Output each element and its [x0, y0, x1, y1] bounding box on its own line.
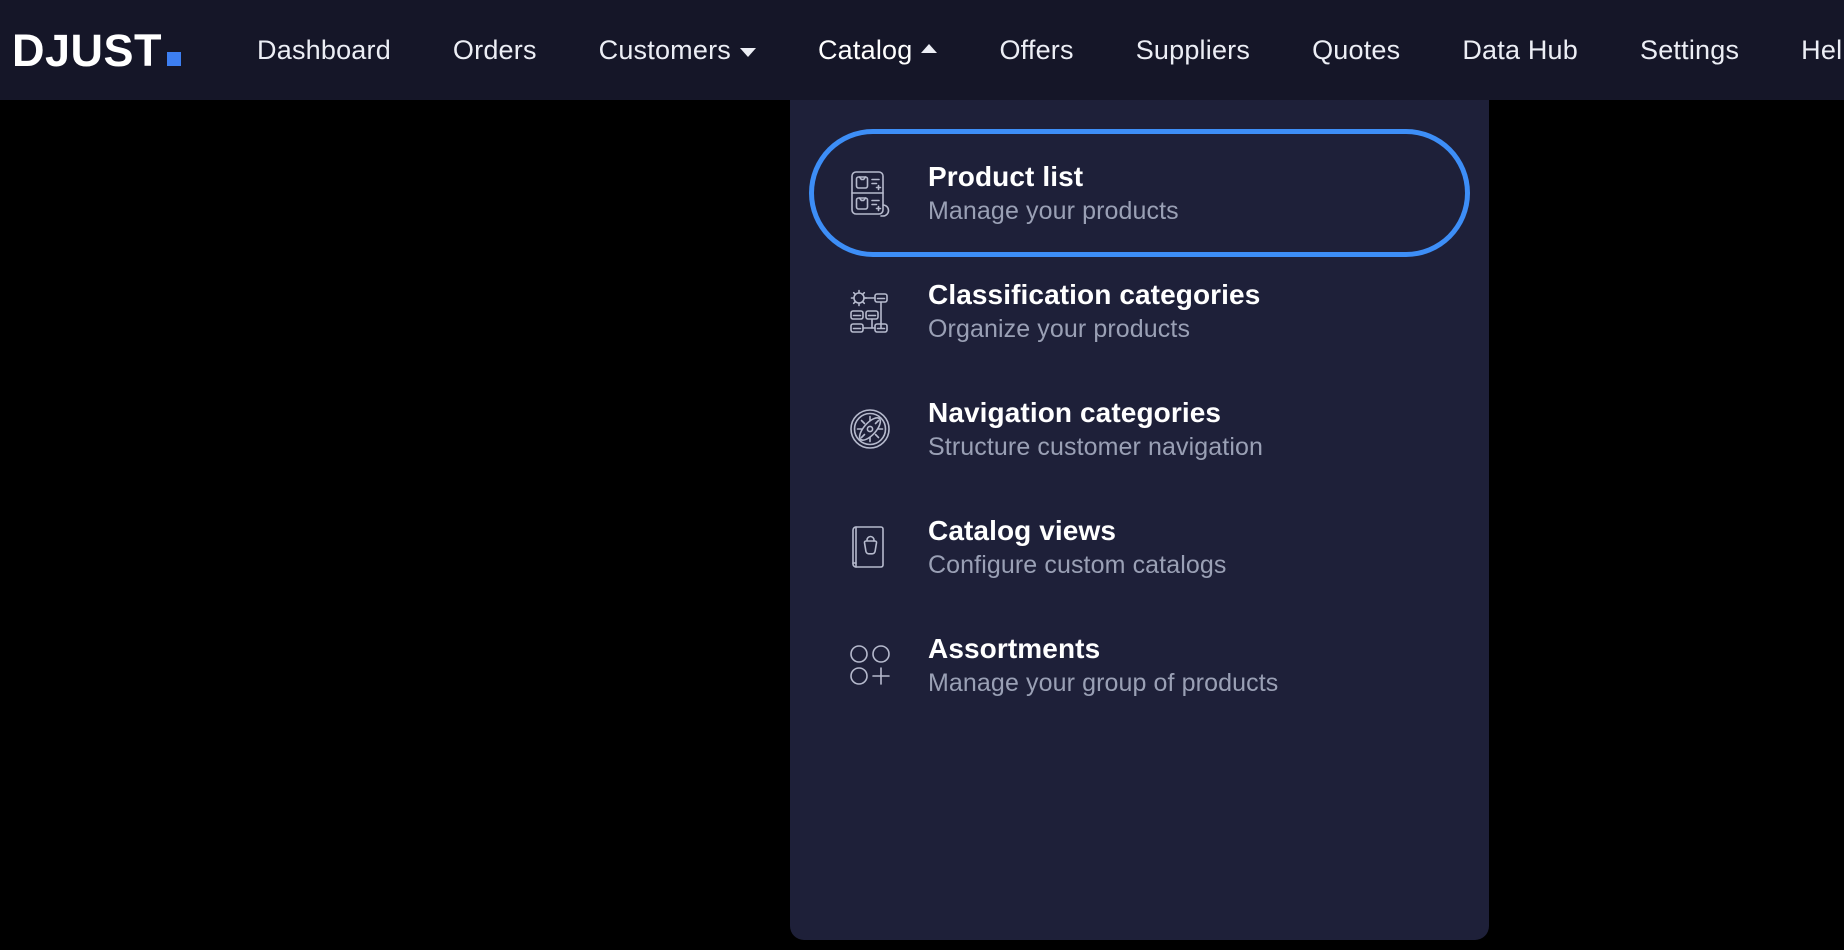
menu-item-title: Navigation categories	[928, 398, 1263, 427]
nav-item-customers[interactable]: Customers	[599, 25, 756, 76]
menu-item-assortments[interactable]: Assortments Manage your group of product…	[814, 606, 1465, 724]
nav-item-label: Settings	[1640, 35, 1739, 66]
menu-item-subtitle: Structure customer navigation	[928, 434, 1263, 460]
menu-item-text: Catalog views Configure custom catalogs	[928, 516, 1226, 579]
menu-item-subtitle: Configure custom catalogs	[928, 552, 1226, 578]
nav-item-offers[interactable]: Offers	[999, 25, 1073, 76]
nav-item-settings[interactable]: Settings	[1640, 25, 1739, 76]
classification-categories-icon	[842, 283, 898, 339]
menu-item-product-list[interactable]: Product list Manage your products	[814, 134, 1465, 252]
menu-item-text: Navigation categories Structure customer…	[928, 398, 1263, 461]
menu-item-title: Catalog views	[928, 516, 1226, 545]
menu-item-catalog-views[interactable]: Catalog views Configure custom catalogs	[814, 488, 1465, 606]
nav-item-suppliers[interactable]: Suppliers	[1136, 25, 1250, 76]
brand-logo[interactable]: DJUST	[8, 28, 185, 73]
nav-item-label: Orders	[453, 35, 537, 66]
menu-item-subtitle: Organize your products	[928, 316, 1260, 342]
product-list-icon	[842, 165, 898, 221]
menu-item-title: Assortments	[928, 634, 1278, 663]
nav-item-orders[interactable]: Orders	[453, 25, 537, 76]
menu-item-subtitle: Manage your group of products	[928, 670, 1278, 696]
nav-item-label: Data Hub	[1462, 35, 1578, 66]
top-navigation-bar: DJUST Dashboard Orders Customers Catalog…	[0, 0, 1844, 100]
nav-item-label: Dashboard	[257, 35, 391, 66]
nav-item-label: Help	[1801, 35, 1844, 66]
app-root: DJUST Dashboard Orders Customers Catalog…	[0, 0, 1844, 950]
navigation-compass-icon	[842, 401, 898, 457]
nav-item-help[interactable]: Help	[1801, 25, 1844, 76]
menu-item-text: Product list Manage your products	[928, 162, 1179, 225]
menu-item-text: Assortments Manage your group of product…	[928, 634, 1278, 697]
chevron-down-icon	[740, 48, 756, 57]
menu-item-classification-categories[interactable]: Classification categories Organize your …	[814, 252, 1465, 370]
assortments-grid-icon	[842, 637, 898, 693]
brand-logo-dot	[167, 52, 181, 66]
menu-item-navigation-categories[interactable]: Navigation categories Structure customer…	[814, 370, 1465, 488]
menu-item-title: Classification categories	[928, 280, 1260, 309]
nav-item-label: Suppliers	[1136, 35, 1250, 66]
main-nav: Dashboard Orders Customers Catalog Offer…	[257, 25, 1844, 76]
nav-item-dashboard[interactable]: Dashboard	[257, 25, 391, 76]
chevron-up-icon	[921, 44, 937, 53]
brand-logo-text: DJUST	[12, 28, 162, 73]
menu-item-text: Classification categories Organize your …	[928, 280, 1260, 343]
nav-item-label: Quotes	[1312, 35, 1400, 66]
nav-item-label: Catalog	[818, 35, 912, 66]
catalog-dropdown-panel: Product list Manage your products	[790, 100, 1489, 940]
nav-item-data-hub[interactable]: Data Hub	[1462, 25, 1578, 76]
nav-item-label: Offers	[999, 35, 1073, 66]
nav-item-quotes[interactable]: Quotes	[1312, 25, 1400, 76]
menu-item-title: Product list	[928, 162, 1179, 191]
menu-item-subtitle: Manage your products	[928, 198, 1179, 224]
nav-item-label: Customers	[599, 35, 731, 66]
catalog-book-icon	[842, 519, 898, 575]
nav-item-catalog[interactable]: Catalog	[818, 25, 937, 76]
